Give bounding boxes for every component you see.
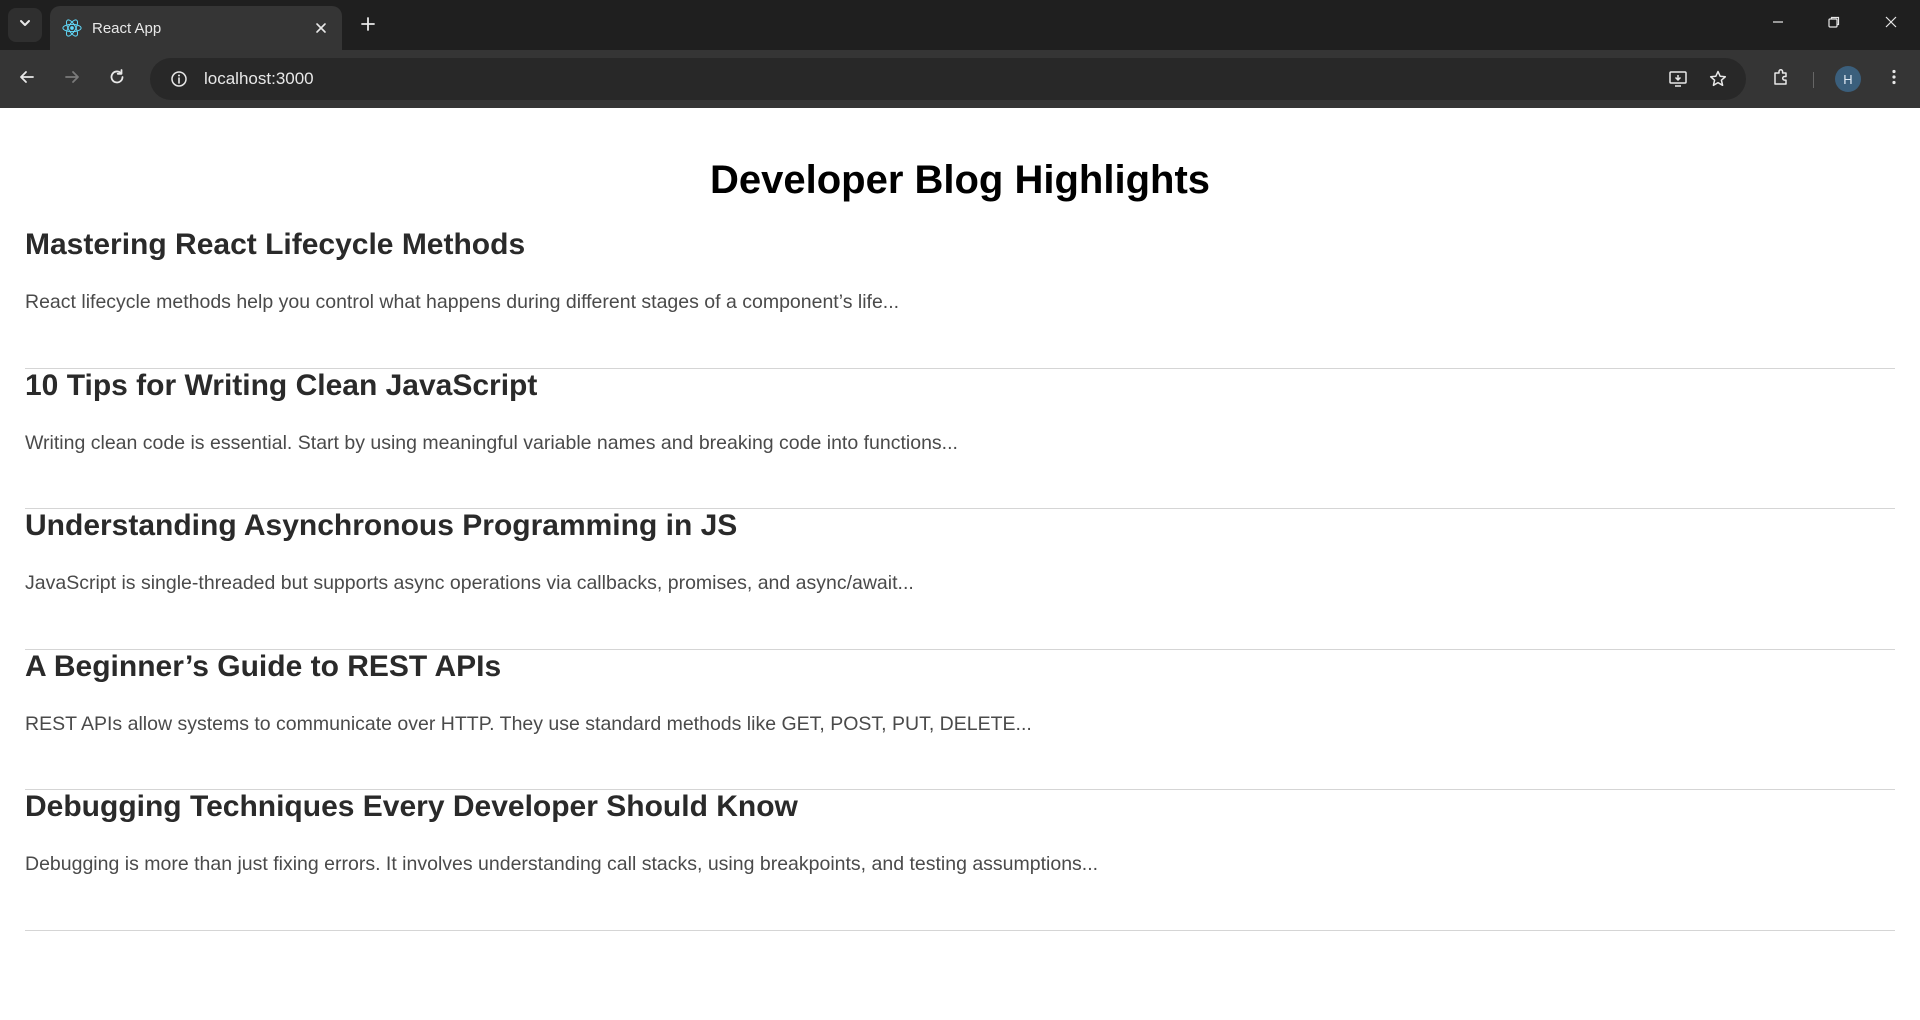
extensions-button[interactable] [1765,63,1797,95]
profile-avatar[interactable]: H [1835,66,1861,92]
kebab-menu-icon [1885,68,1903,91]
puzzle-icon [1771,67,1791,92]
post-excerpt: Writing clean code is essential. Start b… [25,431,958,454]
toolbar-divider [1813,72,1814,88]
page-content: Developer Blog Highlights Mastering Reac… [0,108,1920,1020]
page-title: Developer Blog Highlights [709,158,1211,202]
new-tab-button[interactable] [354,12,382,40]
back-button[interactable] [11,63,43,95]
url-text[interactable]: localhost:3000 [204,69,1658,89]
close-icon[interactable] [312,19,330,37]
blog-post: A Beginner’s Guide to REST APIs REST API… [25,649,1895,790]
blog-post: Mastering React Lifecycle Methods React … [25,228,1895,369]
install-app-icon[interactable] [1658,59,1698,99]
browser-menu-button[interactable] [1878,63,1910,95]
restore-icon [1827,15,1841,34]
post-title: Debugging Techniques Every Developer Sho… [25,790,798,823]
post-title: Understanding Asynchronous Programming i… [25,509,738,542]
post-excerpt: Debugging is more than just fixing error… [25,853,1099,875]
post-excerpt: REST APIs allow systems to communicate o… [25,712,1032,735]
close-icon [1884,15,1898,34]
post-title: 10 Tips for Writing Clean JavaScript [25,368,538,402]
post-title: Mastering React Lifecycle Methods [25,228,526,261]
react-logo-icon [62,18,82,38]
star-icon[interactable] [1698,59,1738,99]
minimize-icon [1771,15,1785,34]
post-title: A Beginner’s Guide to REST APIs [25,649,502,683]
minimize-button[interactable] [1749,0,1807,48]
arrow-left-icon [18,68,36,91]
reload-icon [108,68,126,91]
tab-title: React App [92,19,162,37]
active-tab[interactable]: React App [50,6,342,50]
arrow-right-icon [63,68,81,91]
info-icon[interactable] [158,58,200,100]
forward-button[interactable] [56,63,88,95]
post-list: Mastering React Lifecycle Methods React … [25,228,1895,931]
browser-toolbar: localhost:3000 H [0,50,1920,108]
post-excerpt: JavaScript is single-threaded but suppor… [25,572,914,594]
restore-button[interactable] [1805,0,1863,48]
blog-post: 10 Tips for Writing Clean JavaScript Wri… [25,368,1895,509]
tab-search-button[interactable] [8,8,42,42]
plus-icon [360,16,376,37]
browser-tab-strip: React App [0,0,1920,50]
address-bar[interactable]: localhost:3000 [150,58,1746,100]
close-window-button[interactable] [1862,0,1920,48]
blog-post: Debugging Techniques Every Developer Sho… [25,790,1895,931]
reload-button[interactable] [101,63,133,95]
blog-post: Understanding Asynchronous Programming i… [25,509,1895,650]
post-excerpt: React lifecycle methods help you control… [25,291,900,313]
chevron-down-icon [18,16,32,35]
